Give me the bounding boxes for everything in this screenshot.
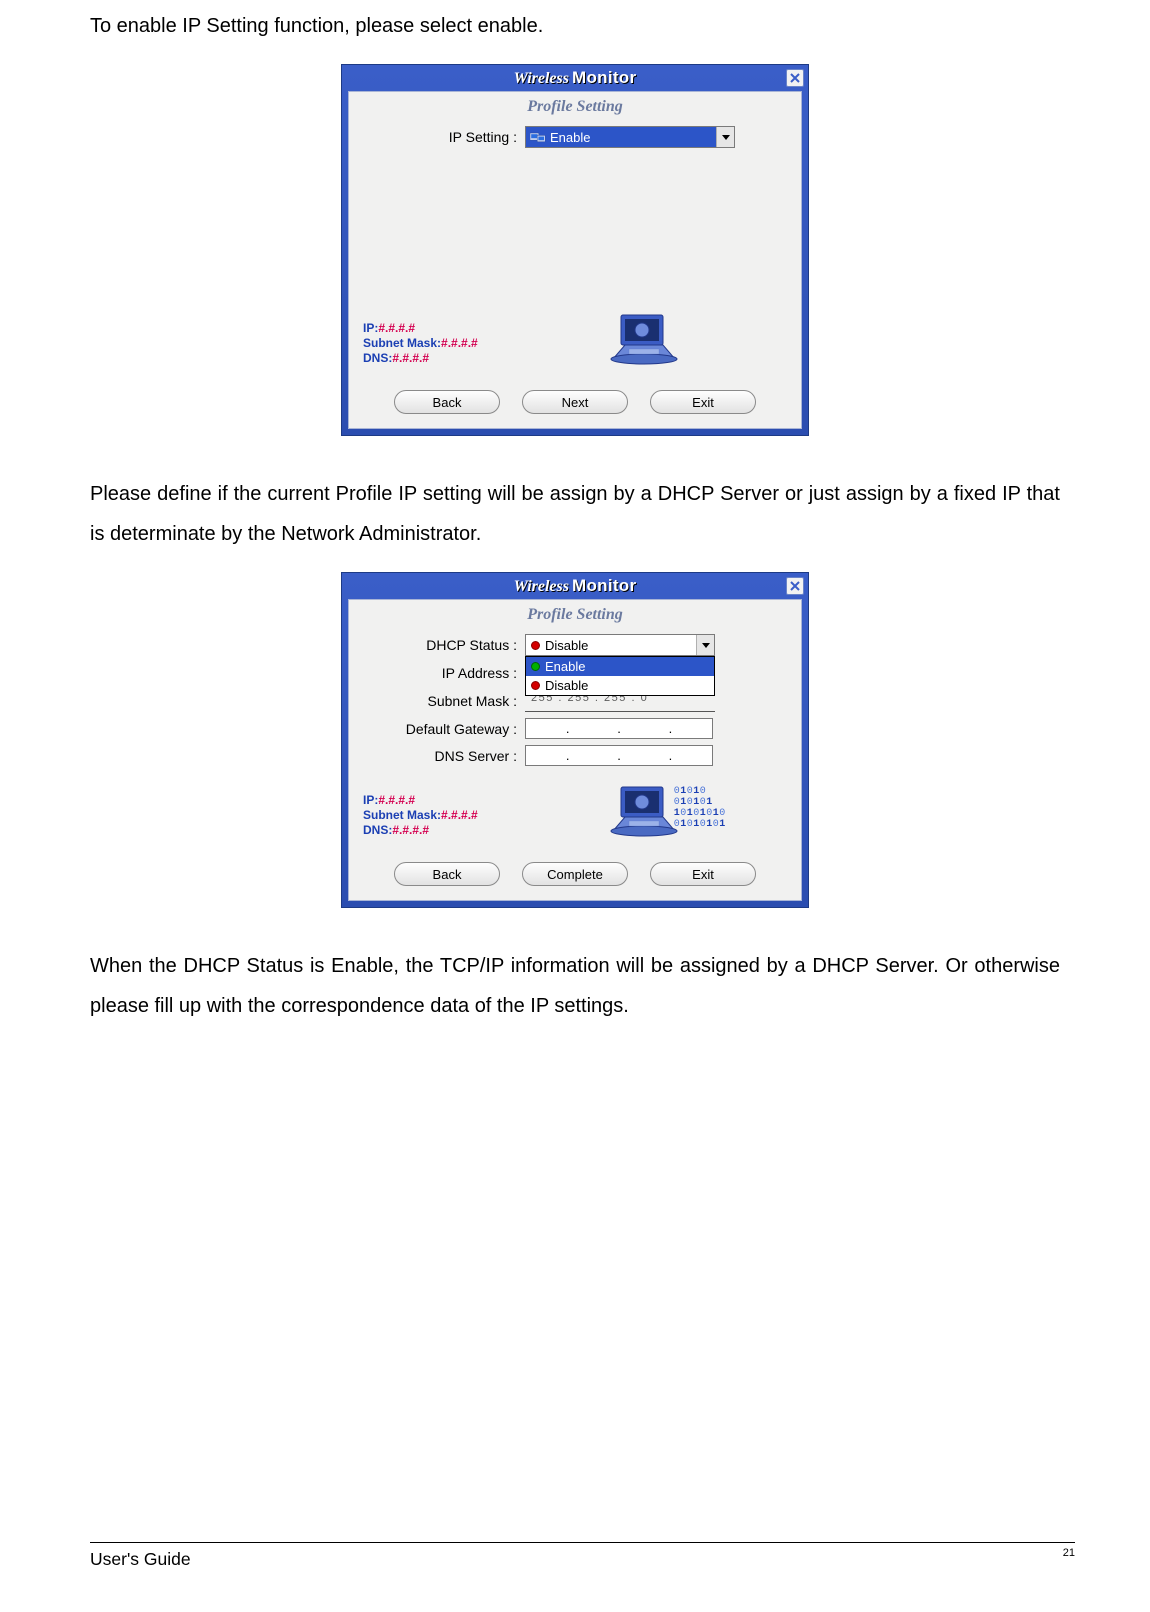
close-icon — [790, 73, 800, 83]
body-paragraph-1: To enable IP Setting function, please se… — [90, 6, 1060, 46]
chevron-down-icon — [696, 635, 714, 655]
subnet-mask-label: Subnet Mask : — [367, 693, 525, 709]
ip-address-label: IP Address : — [367, 665, 525, 681]
default-gateway-input[interactable]: ... — [525, 718, 713, 739]
chevron-down-icon — [716, 127, 734, 147]
ip-info-bar: IP:#.#.#.# Subnet Mask:#.#.#.# DNS:#.#.#… — [349, 304, 801, 382]
wireless-monitor-dialog-1: Wireless Monitor Profile Setting IP Sett… — [341, 64, 809, 436]
back-button[interactable]: Back — [394, 390, 500, 414]
status-dot-icon — [531, 662, 540, 671]
status-dot-icon — [531, 681, 540, 690]
binary-decoration: 01010 010101 10101010 01010101 — [674, 786, 726, 830]
dhcp-status-dropdown[interactable]: Disable Enable Disable — [525, 634, 715, 656]
ip-info-text: IP:#.#.#.# Subnet Mask:#.#.#.# DNS:#.#.#… — [363, 793, 478, 838]
wireless-monitor-dialog-2: Wireless Monitor Profile Setting DHCP St… — [341, 572, 809, 908]
ip-info-text: IP:#.#.#.# Subnet Mask:#.#.#.# DNS:#.#.#… — [363, 321, 478, 366]
close-button[interactable] — [786, 69, 804, 87]
ip-info-bar: IP:#.#.#.# Subnet Mask:#.#.#.# DNS:#.#.#… — [349, 776, 801, 854]
network-icon — [529, 129, 547, 145]
title-wireless: Wireless — [514, 578, 569, 596]
body-paragraph-3: When the DHCP Status is Enable, the TCP/… — [90, 946, 1060, 1026]
exit-button[interactable]: Exit — [650, 390, 756, 414]
ip-setting-value: Enable — [550, 130, 716, 145]
title-monitor: Monitor — [572, 576, 636, 596]
dns-server-label: DNS Server : — [367, 748, 525, 764]
back-button[interactable]: Back — [394, 862, 500, 886]
dns-server-input[interactable]: ... — [525, 745, 713, 766]
dialog-subtitle: Profile Setting — [349, 92, 801, 126]
dhcp-status-label: DHCP Status : — [367, 637, 525, 653]
dhcp-dropdown-list: Enable Disable — [525, 656, 715, 696]
dhcp-status-value: Disable — [545, 638, 696, 653]
close-icon — [790, 581, 800, 591]
titlebar: Wireless Monitor — [342, 573, 808, 599]
app-title: Wireless Monitor — [514, 68, 637, 88]
ip-setting-dropdown[interactable]: Enable — [525, 126, 735, 148]
next-button[interactable]: Next — [522, 390, 628, 414]
complete-button[interactable]: Complete — [522, 862, 628, 886]
exit-button[interactable]: Exit — [650, 862, 756, 886]
button-row: Back Next Exit — [349, 382, 801, 428]
dialog-subtitle: Profile Setting — [349, 600, 801, 634]
dhcp-option-disable[interactable]: Disable — [526, 676, 714, 695]
close-button[interactable] — [786, 577, 804, 595]
title-wireless: Wireless — [514, 70, 569, 88]
dhcp-option-enable[interactable]: Enable — [526, 657, 714, 676]
footer-guide-label: User's Guide — [90, 1549, 191, 1570]
button-row: Back Complete Exit — [349, 854, 801, 900]
ip-setting-label: IP Setting : — [367, 129, 525, 145]
laptop-icon — [605, 311, 685, 376]
page-number: 21 — [1063, 1547, 1075, 1568]
page-footer: User's Guide 21 — [90, 1542, 1075, 1570]
titlebar: Wireless Monitor — [342, 65, 808, 91]
title-monitor: Monitor — [572, 68, 636, 88]
status-dot-icon — [531, 641, 540, 650]
app-title: Wireless Monitor — [514, 576, 637, 596]
default-gateway-label: Default Gateway : — [367, 721, 525, 737]
body-paragraph-2: Please define if the current Profile IP … — [90, 474, 1060, 554]
